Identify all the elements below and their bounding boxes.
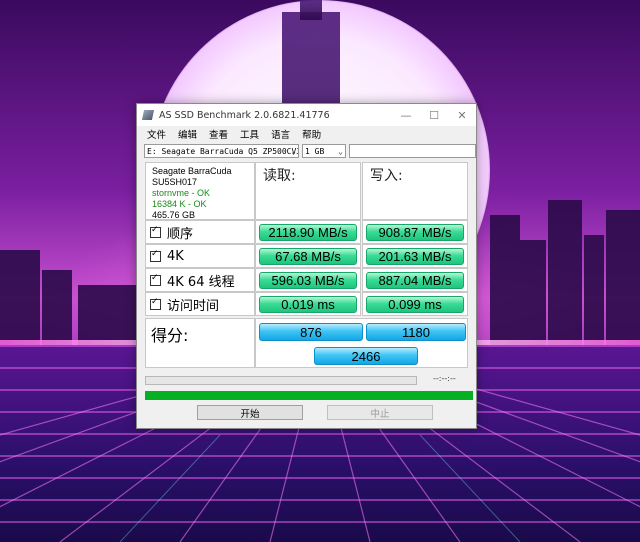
menu-view[interactable]: 查看: [209, 127, 228, 141]
row-label: 顺序: [167, 226, 194, 242]
menu-edit[interactable]: 编辑: [178, 127, 197, 141]
4k-read-result: 67.68 MB/s: [259, 248, 357, 265]
write-score: 1180: [366, 323, 466, 341]
driver-status: stornvme - OK: [152, 188, 211, 198]
drive-model: Seagate BarraCuda: [152, 166, 232, 176]
app-icon: [141, 110, 155, 120]
access-time-read-result: 0.019 ms: [259, 296, 357, 313]
skyline-tower: [42, 270, 72, 345]
drive-info-panel: Seagate BarraCuda SU5SH017 stornvme - OK…: [145, 162, 255, 220]
title-bar[interactable]: AS SSD Benchmark 2.0.6821.41776 — ☐ ✕: [137, 104, 476, 126]
score-label: 得分:: [145, 318, 255, 368]
sequential-write-result: 908.87 MB/s: [366, 224, 464, 241]
extra-input-field[interactable]: [349, 144, 476, 158]
checkbox-icon[interactable]: [150, 249, 161, 262]
alignment-status: 16384 K - OK: [152, 199, 207, 209]
skyline-tower: [606, 210, 640, 345]
row-sequential[interactable]: 顺序: [145, 220, 255, 244]
chevron-down-icon: ⌄: [338, 147, 343, 156]
drive-select-value: E: Seagate BarraCuda Q5 ZP500CV30: [147, 147, 299, 156]
menu-help[interactable]: 帮助: [302, 127, 321, 141]
checkbox-icon[interactable]: [150, 297, 161, 310]
checkbox-icon[interactable]: [150, 225, 161, 238]
4k64-write-result: 887.04 MB/s: [366, 272, 464, 289]
row-access-time[interactable]: 访问时间: [145, 292, 255, 316]
row-label: 4K: [167, 248, 184, 264]
skyline-tower: [0, 250, 40, 345]
maximize-button[interactable]: ☐: [420, 104, 448, 126]
menu-tools[interactable]: 工具: [240, 127, 259, 141]
skyline-tower: [490, 215, 520, 345]
skyline-tower: [584, 235, 604, 345]
row-4k-64-thread[interactable]: 4K 64 线程: [145, 268, 255, 292]
as-ssd-window: AS SSD Benchmark 2.0.6821.41776 — ☐ ✕ 文件…: [136, 103, 477, 429]
chevron-down-icon: ⌄: [291, 147, 296, 156]
test-progress-bar: [145, 376, 417, 385]
row-4k[interactable]: 4K: [145, 244, 255, 268]
sequential-read-result: 2118.90 MB/s: [259, 224, 357, 241]
read-column-header: 读取:: [255, 162, 361, 220]
drive-select[interactable]: E: Seagate BarraCuda Q5 ZP500CV30 ⌄: [144, 144, 299, 158]
skyline-tower: [520, 240, 546, 345]
test-size-value: 1 GB: [305, 147, 325, 156]
4k64-read-result: 596.03 MB/s: [259, 272, 357, 289]
test-size-select[interactable]: 1 GB ⌄: [302, 144, 346, 158]
minimize-button[interactable]: —: [392, 104, 420, 126]
access-time-write-result: 0.099 ms: [366, 296, 464, 313]
row-label: 4K 64 线程: [167, 274, 235, 290]
checkbox-icon[interactable]: [150, 273, 161, 286]
menu-bar: 文件 编辑 查看 工具 语言 帮助: [137, 126, 476, 142]
menu-file[interactable]: 文件: [147, 127, 166, 141]
menu-language[interactable]: 语言: [271, 127, 290, 141]
skyline-tower: [548, 200, 582, 345]
stop-button[interactable]: 中止: [327, 405, 433, 420]
4k-write-result: 201.63 MB/s: [366, 248, 464, 265]
start-button[interactable]: 开始: [197, 405, 303, 420]
completion-bar: [145, 391, 473, 400]
total-score: 2466: [314, 347, 418, 365]
window-title: AS SSD Benchmark 2.0.6821.41776: [159, 109, 330, 121]
row-label: 访问时间: [167, 298, 220, 314]
drive-firmware: SU5SH017: [152, 177, 198, 187]
read-score: 876: [259, 323, 363, 341]
close-button[interactable]: ✕: [448, 104, 476, 126]
write-column-header: 写入:: [362, 162, 468, 220]
score-panel: 876 1180 2466: [255, 318, 468, 368]
toolbar: E: Seagate BarraCuda Q5 ZP500CV30 ⌄ 1 GB…: [137, 142, 476, 160]
elapsed-time: --:--:--: [433, 374, 456, 383]
skyline-tower: [300, 0, 322, 20]
skyline-tower: [78, 285, 136, 345]
